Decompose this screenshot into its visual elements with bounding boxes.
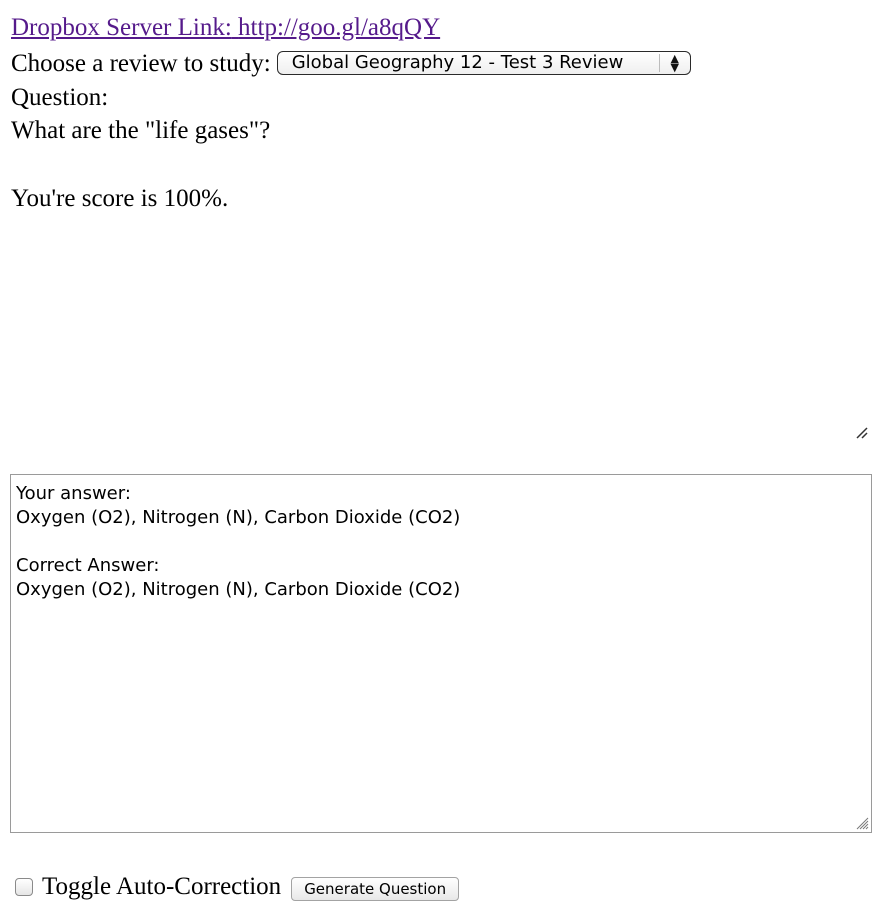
your-answer-label: Your answer: — [16, 483, 131, 504]
auto-correction-label[interactable]: Toggle Auto-Correction — [42, 872, 281, 902]
answer-output-textarea[interactable]: Your answer: Oxygen (O2), Nitrogen (N), … — [10, 474, 872, 833]
question-text: What are the "life gases"? — [11, 117, 271, 144]
review-select-value[interactable]: Global Geography 12 - Test 3 Review — [292, 52, 624, 74]
dropbox-link-url[interactable]: http://goo.gl/a8qQY — [238, 14, 440, 41]
dropbox-server-link[interactable]: Dropbox Server Link: http://goo.gl/a8qQY — [11, 14, 440, 41]
review-select[interactable]: Global Geography 12 - Test 3 Review ▲ ▼ — [276, 51, 691, 75]
question-heading: Question: — [11, 84, 109, 111]
textarea-resize-grip-icon[interactable] — [855, 816, 869, 830]
correct-answer-text: Oxygen (O2), Nitrogen (N), Carbon Dioxid… — [16, 579, 461, 600]
output-spacer — [16, 530, 866, 554]
resize-grip-icon[interactable] — [852, 423, 870, 441]
review-picker-label: Choose a review to study: — [11, 50, 271, 77]
score-text: You're score is 100%. — [11, 185, 229, 212]
dropbox-link-line: Dropbox Server Link: http://goo.gl/a8qQY — [11, 13, 440, 43]
controls-row: Toggle Auto-Correction Generate Question — [15, 871, 460, 903]
auto-correction-checkbox[interactable] — [15, 878, 33, 896]
generate-question-button[interactable]: Generate Question — [291, 877, 460, 901]
review-picker-row: Choose a review to study: Global Geograp… — [11, 49, 691, 79]
select-updown-arrows-icon[interactable]: ▲ ▼ — [658, 53, 690, 73]
dropbox-link-label[interactable]: Dropbox Server Link: — [11, 14, 232, 41]
correct-answer-label: Correct Answer: — [16, 555, 160, 576]
your-answer-text: Oxygen (O2), Nitrogen (N), Carbon Dioxid… — [16, 507, 461, 528]
